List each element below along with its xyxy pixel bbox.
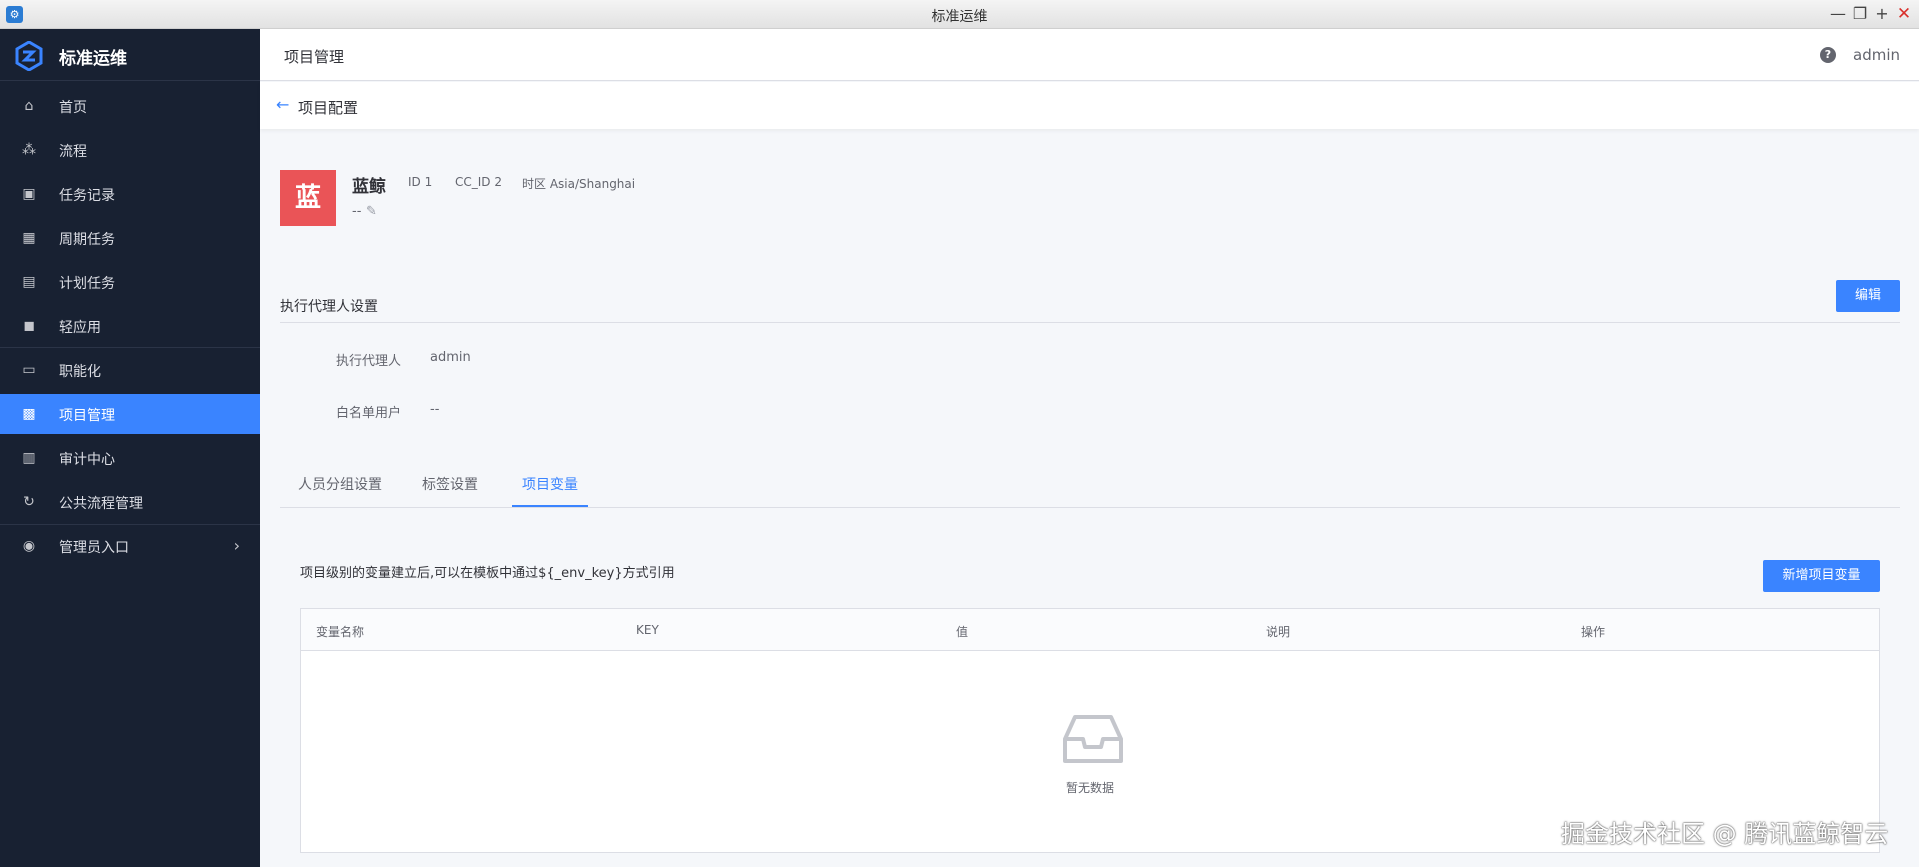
sidebar-item-label: 流程 [59, 144, 87, 160]
section-divider [280, 322, 1900, 323]
page-header: 项目管理 ? admin [260, 29, 1919, 81]
home-icon: ⌂ [24, 98, 34, 114]
watermark: 掘金技术社区 @ 腾讯蓝鲸智云 [1561, 820, 1889, 848]
sub-header-title: 项目配置 [298, 99, 359, 117]
whitelist-label: 白名单用户 [336, 406, 402, 421]
empty-state-text: 暂无数据 [1065, 781, 1114, 795]
function-icon: ▭ [22, 362, 36, 378]
project-id: ID 1 [408, 175, 433, 189]
project-icon: ▩ [22, 406, 36, 422]
brand-name: 标准运维 [59, 49, 127, 69]
maximize-icon[interactable]: + [1873, 2, 1891, 26]
close-icon[interactable]: ✕ [1895, 2, 1913, 26]
project-cc-id: CC_ID 2 [455, 175, 502, 189]
help-icon[interactable]: ? [1820, 47, 1836, 63]
sidebar: 标准运维 ⌂ 首页 ⁂ 流程 ▣ 任务记录 ▦ 周期任务 ▤ 计划任务 ◼ 轻应… [0, 29, 260, 867]
sidebar-item-label: 公共流程管理 [59, 496, 143, 512]
brand[interactable]: 标准运维 [0, 29, 260, 81]
sidebar-item-home[interactable]: ⌂ 首页 [0, 86, 260, 126]
agent-label: 执行代理人 [336, 354, 402, 369]
agent-value: admin [430, 350, 471, 365]
variables-tip: 项目级别的变量建立后,可以在模板中通过${_env_key}方式引用 [300, 566, 675, 581]
table-header: 变量名称 KEY 值 说明 操作 [301, 609, 1879, 651]
tab-project-variables[interactable]: 项目变量 [522, 474, 578, 494]
restore-icon[interactable]: ❐ [1851, 2, 1869, 26]
column-header-description: 说明 [1266, 625, 1291, 639]
sidebar-item-periodic-tasks[interactable]: ▦ 周期任务 [0, 218, 260, 258]
schedule-icon: ▤ [22, 274, 36, 290]
sidebar-divider [0, 347, 260, 348]
user-circle-icon: ◉ [22, 538, 36, 554]
user-menu[interactable]: admin [1853, 46, 1900, 64]
sidebar-item-project-management[interactable]: ▩ 项目管理 [0, 394, 260, 434]
project-avatar: 蓝 [280, 170, 336, 226]
column-header-actions: 操作 [1581, 625, 1606, 639]
apps-icon: ◼ [23, 318, 35, 334]
agent-section-title: 执行代理人设置 [280, 299, 378, 315]
active-tab-indicator [512, 505, 588, 507]
sidebar-item-public-flow[interactable]: ↻ 公共流程管理 [0, 482, 260, 522]
sidebar-item-label: 首页 [59, 100, 87, 116]
logo-icon [15, 41, 43, 71]
sidebar-item-functional[interactable]: ▭ 职能化 [0, 350, 260, 390]
bookmark-icon: ▣ [22, 186, 36, 202]
empty-inbox-icon [1063, 715, 1123, 763]
sidebar-divider [0, 524, 260, 525]
project-name: 蓝鲸 [352, 177, 386, 197]
project-description: -- [352, 204, 362, 219]
sidebar-item-audit-center[interactable]: ▥ 审计中心 [0, 438, 260, 478]
project-timezone: 时区 Asia/Shanghai [522, 177, 636, 191]
flow-icon: ⁂ [22, 142, 36, 158]
sidebar-item-admin-entry[interactable]: ◉ 管理员入口 › [0, 526, 260, 566]
column-header-name: 变量名称 [316, 625, 365, 639]
whitelist-value: -- [430, 402, 440, 417]
window-title: 标准运维 [931, 9, 988, 25]
sidebar-item-planned-tasks[interactable]: ▤ 计划任务 [0, 262, 260, 302]
edit-button[interactable]: 编辑 [1836, 280, 1900, 312]
column-header-key: KEY [636, 623, 659, 637]
tab-user-groups[interactable]: 人员分组设置 [298, 474, 382, 494]
audit-icon: ▥ [22, 450, 36, 466]
tabs-divider [280, 507, 1900, 508]
sidebar-item-light-apps[interactable]: ◼ 轻应用 [0, 306, 260, 346]
chevron-right-icon: › [233, 536, 240, 555]
sidebar-item-label: 审计中心 [59, 452, 115, 468]
sidebar-item-label: 计划任务 [59, 276, 115, 292]
column-header-value: 值 [956, 625, 969, 639]
back-arrow-icon[interactable]: ← [276, 95, 289, 114]
sidebar-item-label: 项目管理 [59, 408, 115, 424]
sub-header: ← 项目配置 [260, 82, 1919, 129]
sidebar-item-label: 轻应用 [59, 320, 101, 336]
sidebar-item-task-records[interactable]: ▣ 任务记录 [0, 174, 260, 214]
cycle-icon: ↻ [23, 494, 35, 510]
sidebar-item-label: 周期任务 [59, 232, 115, 248]
sidebar-item-label: 管理员入口 [59, 540, 129, 556]
pencil-icon[interactable]: ✎ [366, 204, 380, 219]
window-controls: — ❐ + ✕ [1829, 2, 1913, 26]
sidebar-item-label: 任务记录 [59, 188, 115, 204]
minimize-icon[interactable]: — [1829, 2, 1847, 26]
sidebar-item-label: 职能化 [59, 364, 101, 380]
window-titlebar: ⚙ 标准运维 — ❐ + ✕ [0, 0, 1919, 29]
calendar-icon: ▦ [22, 230, 36, 246]
tab-label-settings[interactable]: 标签设置 [422, 474, 478, 494]
sidebar-item-flow[interactable]: ⁂ 流程 [0, 130, 260, 170]
add-project-variable-button[interactable]: 新增项目变量 [1763, 560, 1880, 592]
page-title: 项目管理 [284, 48, 345, 66]
